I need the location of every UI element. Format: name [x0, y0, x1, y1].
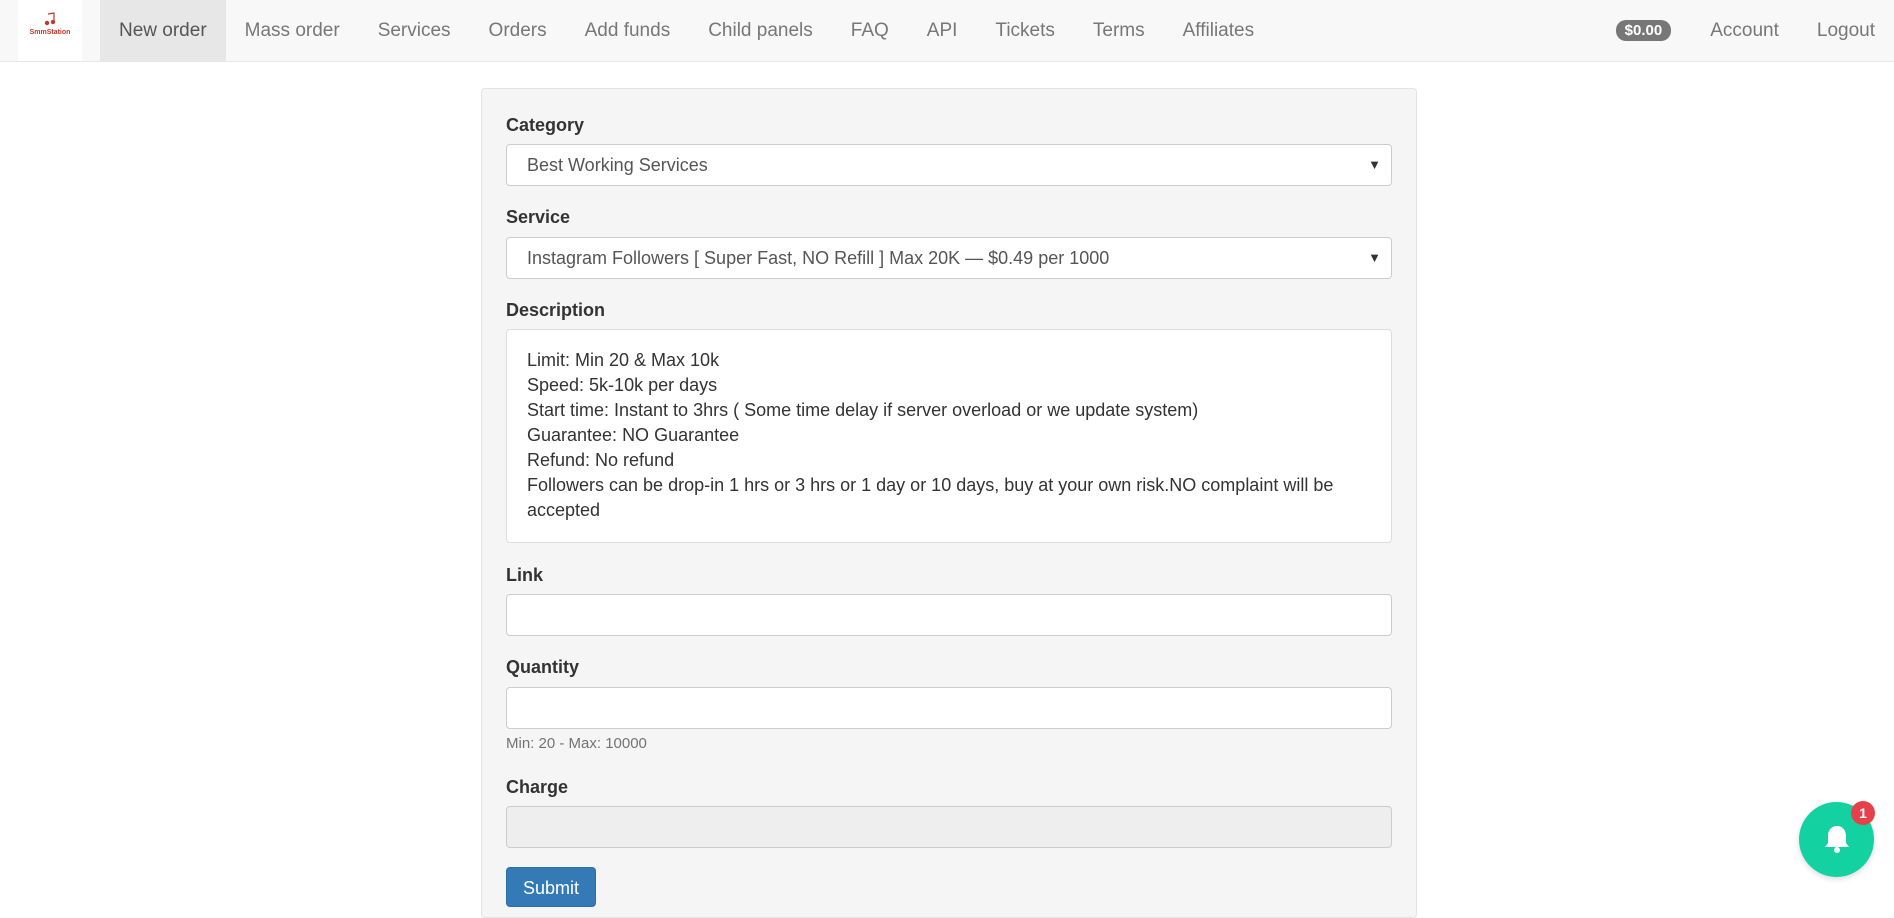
caret-down-icon: ▼: [1368, 157, 1381, 172]
nav-orders[interactable]: Orders: [470, 0, 566, 61]
charge-field: [506, 806, 1392, 848]
charge-label: Charge: [506, 777, 569, 797]
submit-button[interactable]: Submit: [506, 867, 597, 907]
nav-faq[interactable]: FAQ: [832, 0, 908, 61]
logo-text: SmmStation: [29, 29, 71, 36]
nav-new-order[interactable]: New order: [100, 0, 226, 61]
link-input[interactable]: [506, 594, 1392, 636]
nav-affiliates[interactable]: Affiliates: [1164, 0, 1273, 61]
nav-logout[interactable]: Logout: [1798, 0, 1894, 61]
nav-terms[interactable]: Terms: [1074, 0, 1164, 61]
description-line: Followers can be drop-in 1 hrs or 3 hrs …: [527, 475, 1334, 495]
service-select[interactable]: Instagram Followers [ Super Fast, NO Ref…: [506, 237, 1392, 279]
bell-icon: [1825, 826, 1849, 853]
balance-badge[interactable]: $0.00: [1615, 20, 1672, 41]
top-navbar: SmmStation New order Mass order Services…: [0, 0, 1894, 62]
description-line: Speed: 5k-10k per days: [527, 375, 718, 395]
caret-down-icon: ▼: [1368, 250, 1381, 265]
nav-child-panels[interactable]: Child panels: [689, 0, 832, 61]
description-line: Start time: Instant to 3hrs ( Some time …: [527, 400, 1199, 420]
nav-api[interactable]: API: [908, 0, 977, 61]
main-nav: New order Mass order Services Orders Add…: [100, 0, 1273, 61]
link-label: Link: [506, 565, 544, 585]
nav-mass-order[interactable]: Mass order: [226, 0, 359, 61]
music-note-icon: [44, 12, 56, 26]
description-label: Description: [506, 300, 606, 320]
category-select[interactable]: Best Working Services ▼: [506, 144, 1392, 186]
description-line: accepted: [527, 500, 601, 520]
account-nav: $0.00 Account Logout: [1615, 0, 1894, 61]
nav-account[interactable]: Account: [1691, 0, 1798, 61]
category-label: Category: [506, 115, 585, 135]
quantity-input[interactable]: [506, 687, 1392, 729]
quantity-help-text: Min: 20 - Max: 10000: [506, 735, 647, 752]
category-selected-value: Best Working Services: [527, 155, 708, 175]
description-box: Limit: Min 20 & Max 10k Speed: 5k-10k pe…: [506, 329, 1392, 543]
quantity-label: Quantity: [506, 657, 580, 677]
order-form-panel: Category Best Working Services ▼ Service…: [481, 88, 1417, 918]
service-label: Service: [506, 207, 571, 227]
description-line: Guarantee: NO Guarantee: [527, 425, 740, 445]
brand-logo[interactable]: SmmStation: [18, 0, 82, 61]
nav-tickets[interactable]: Tickets: [976, 0, 1073, 61]
notification-count-badge: 1: [1851, 801, 1875, 825]
description-line: Refund: No refund: [527, 450, 675, 470]
service-selected-value: Instagram Followers [ Super Fast, NO Ref…: [527, 248, 1110, 268]
nav-services[interactable]: Services: [359, 0, 470, 61]
description-line: Limit: Min 20 & Max 10k: [527, 350, 720, 370]
nav-add-funds[interactable]: Add funds: [566, 0, 690, 61]
